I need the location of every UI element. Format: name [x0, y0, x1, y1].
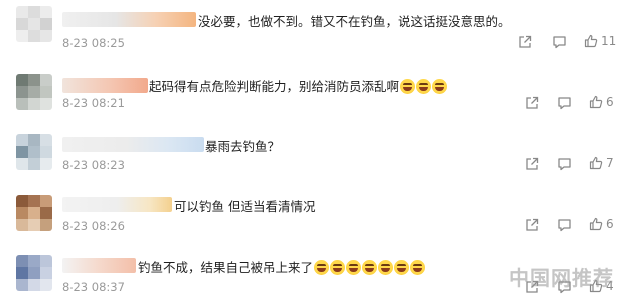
like-button[interactable]: 11: [584, 34, 616, 48]
laughing-emoji-icon: [346, 260, 362, 275]
like-count: 6: [606, 95, 614, 109]
username-blurred[interactable]: [62, 12, 196, 27]
comment-icon: [553, 36, 566, 49]
comment-time: 8-23 08:37: [62, 280, 125, 294]
watermark: 中国网推荐: [509, 266, 614, 290]
comment-item: 起码得有点危险判断能力，别给消防员添乱啊 8-23 08:21 6: [0, 61, 628, 122]
laughing-emoji-icon: [400, 79, 416, 94]
comment-icon: [558, 219, 571, 232]
laughing-emoji-icon: [314, 260, 330, 275]
username-blurred[interactable]: [62, 258, 136, 273]
comment-text: 起码得有点危险判断能力，别给消防员添乱啊: [149, 76, 448, 95]
username-blurred[interactable]: [62, 78, 148, 93]
like-count: 7: [606, 156, 614, 170]
laughing-emoji-icon: [378, 260, 394, 275]
comment-icon: [558, 158, 571, 171]
thumbs-up-icon: [589, 156, 603, 170]
thumbs-up-icon: [589, 95, 603, 109]
laughing-emoji-icon: [362, 260, 378, 275]
comment-text-body: 钓鱼不成，结果自己被吊上来了: [138, 260, 314, 275]
share-button[interactable]: [525, 157, 539, 171]
like-button[interactable]: 6: [589, 95, 614, 109]
like-button[interactable]: 6: [589, 217, 614, 231]
avatar[interactable]: [16, 195, 52, 231]
laughing-emoji-icon: [330, 260, 346, 275]
laughing-emoji-icon: [394, 260, 410, 275]
comment-text: 暴雨去钓鱼？: [205, 139, 281, 154]
laughing-emoji-icon: [410, 260, 426, 275]
thumbs-up-icon: [584, 34, 598, 48]
share-button[interactable]: [518, 35, 532, 49]
comment-item: 可以钓鱼 但适当看清情况 8-23 08:26 6: [0, 183, 628, 244]
comment-time: 8-23 08:23: [62, 158, 125, 172]
reply-button[interactable]: [552, 35, 567, 49]
reply-button[interactable]: [557, 157, 572, 171]
comment-text: 可以钓鱼 但适当看清情况: [174, 199, 316, 214]
comment-text: 没必要，也做不到。错又不在钓鱼，说这话挺没意思的。: [198, 14, 511, 29]
like-count: 11: [601, 34, 617, 48]
share-icon: [526, 96, 539, 109]
avatar[interactable]: [16, 74, 52, 110]
reply-button[interactable]: [557, 96, 572, 110]
comment-icon: [558, 97, 571, 110]
comment-item: 没必要，也做不到。错又不在钓鱼，说这话挺没意思的。 8-23 08:25 11: [0, 0, 628, 61]
comment-text: 钓鱼不成，结果自己被吊上来了: [138, 257, 426, 276]
comment-time: 8-23 08:25: [62, 36, 125, 50]
laughing-emoji-icon: [416, 79, 432, 94]
share-button[interactable]: [525, 218, 539, 232]
share-icon: [526, 218, 539, 231]
comment-text-body: 起码得有点危险判断能力，别给消防员添乱啊: [149, 79, 400, 94]
like-count: 6: [606, 217, 614, 231]
share-button[interactable]: [525, 96, 539, 110]
reply-button[interactable]: [557, 218, 572, 232]
share-icon: [519, 35, 532, 48]
comment-time: 8-23 08:26: [62, 219, 125, 233]
username-blurred[interactable]: [62, 197, 172, 212]
comment-time: 8-23 08:21: [62, 96, 125, 110]
share-icon: [526, 157, 539, 170]
avatar[interactable]: [16, 6, 52, 42]
avatar[interactable]: [16, 255, 52, 291]
like-button[interactable]: 7: [589, 156, 614, 170]
thumbs-up-icon: [589, 217, 603, 231]
comment-item: 暴雨去钓鱼？ 8-23 08:23 7: [0, 122, 628, 183]
username-blurred[interactable]: [62, 137, 204, 152]
laughing-emoji-icon: [432, 79, 448, 94]
avatar[interactable]: [16, 134, 52, 170]
